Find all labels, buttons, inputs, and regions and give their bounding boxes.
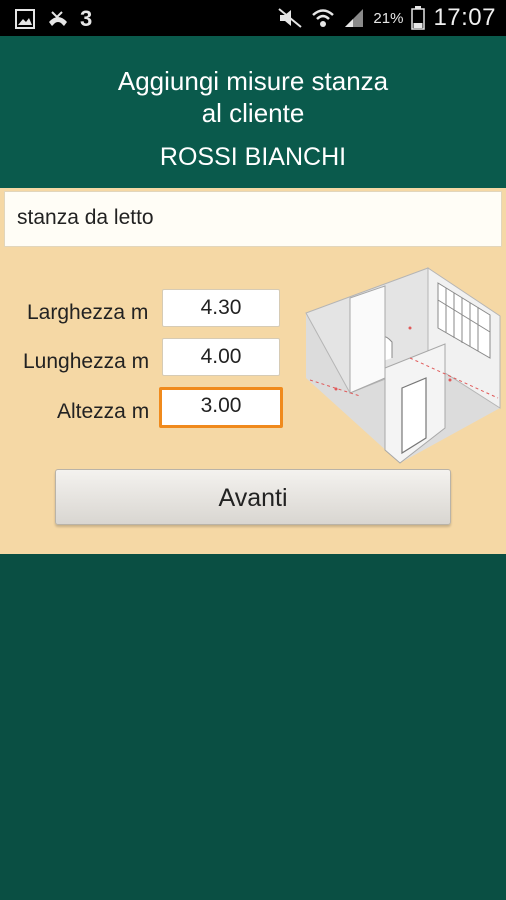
width-input[interactable]: 4.30 (162, 289, 280, 327)
battery-percent: 21% (373, 9, 404, 27)
status-bar: 3 21% 17:07 (0, 0, 506, 36)
wifi-icon (312, 9, 335, 27)
length-label: Lunghezza m (23, 350, 150, 373)
missed-call-icon (49, 11, 67, 26)
height-label: Altezza m (57, 400, 150, 423)
room-illustration (305, 267, 501, 464)
battery-icon (411, 6, 426, 30)
clock: 17:07 (433, 4, 496, 31)
next-button[interactable]: Avanti (55, 469, 451, 525)
page-title-line2: al cliente (201, 98, 305, 128)
room-form: stanza da letto Larghezza m 4.30 Lunghez… (0, 188, 506, 554)
page-title-line1: Aggiungi misure stanza (117, 66, 389, 96)
carrier-label: 3 (80, 6, 93, 31)
empty-area (0, 554, 506, 900)
mute-icon (278, 8, 303, 28)
length-input[interactable]: 4.00 (162, 338, 280, 376)
height-input[interactable]: 3.00 (159, 387, 283, 428)
gallery-icon (15, 9, 35, 29)
width-label: Larghezza m (27, 301, 149, 324)
signal-icon (345, 9, 364, 27)
room-name-input[interactable]: stanza da letto (4, 191, 502, 247)
client-name: ROSSI BIANCHI (159, 143, 347, 171)
header: Aggiungi misure stanza al cliente ROSSI … (0, 36, 506, 188)
